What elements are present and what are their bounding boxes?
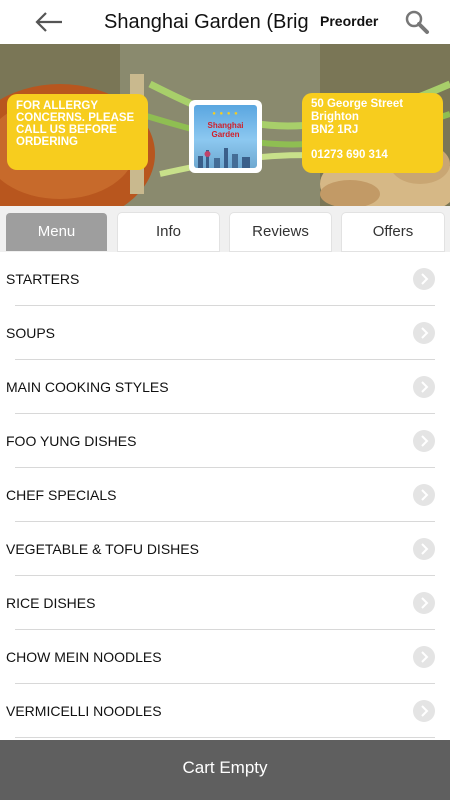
search-icon[interactable]	[404, 9, 430, 35]
logo-text: Shanghai Garden	[207, 121, 244, 139]
address-box: 50 George Street Brighton BN2 1RJ 01273 …	[302, 93, 443, 173]
restaurant-banner: FOR ALLERGY CONCERNS. PLEASE CALL US BEF…	[0, 44, 450, 206]
chevron-right-icon	[413, 646, 435, 668]
menu-category-list: STARTERS SOUPS MAIN COOKING STYLES FOO Y…	[0, 252, 450, 738]
cart-button[interactable]: Cart Empty	[0, 740, 450, 800]
address-line1: 50 George Street	[311, 98, 404, 110]
tab-reviews[interactable]: Reviews	[230, 213, 331, 251]
address-line2: Brighton	[311, 111, 359, 123]
list-item-label: SOUPS	[6, 325, 56, 341]
chevron-right-icon	[413, 322, 435, 344]
allergy-notice: FOR ALLERGY CONCERNS. PLEASE CALL US BEF…	[7, 94, 148, 170]
skyline-icon	[198, 148, 250, 168]
menu-category-vermicelli-noodles[interactable]: VERMICELLI NOODLES	[0, 684, 450, 738]
chevron-right-icon	[413, 538, 435, 560]
tab-offers[interactable]: Offers	[342, 213, 444, 251]
phone-number[interactable]: 01273 690 314	[311, 149, 434, 162]
restaurant-logo: ● ● ● ● Shanghai Garden	[189, 100, 262, 173]
chevron-right-icon	[413, 268, 435, 290]
chevron-right-icon	[413, 484, 435, 506]
tab-bar: Menu Info Reviews Offers	[0, 206, 450, 252]
list-item-label: STARTERS	[6, 271, 80, 287]
menu-category-foo-yung-dishes[interactable]: FOO YUNG DISHES	[0, 414, 450, 468]
page-title: Shanghai Garden (Brighton)	[104, 11, 308, 33]
back-arrow-icon[interactable]	[34, 10, 64, 34]
preorder-button[interactable]: Preorder	[320, 11, 378, 31]
list-item-label: VERMICELLI NOODLES	[6, 703, 162, 719]
chevron-right-icon	[413, 592, 435, 614]
menu-category-starters[interactable]: STARTERS	[0, 252, 450, 306]
list-item-label: FOO YUNG DISHES	[6, 433, 137, 449]
list-item-label: CHEF SPECIALS	[6, 487, 117, 503]
divider	[15, 737, 435, 738]
address-line3: BN2 1RJ	[311, 124, 359, 136]
menu-category-vegetable-tofu-dishes[interactable]: VEGETABLE & TOFU DISHES	[0, 522, 450, 576]
chevron-right-icon	[413, 700, 435, 722]
menu-category-chef-specials[interactable]: CHEF SPECIALS	[0, 468, 450, 522]
list-item-label: VEGETABLE & TOFU DISHES	[6, 541, 199, 557]
menu-category-soups[interactable]: SOUPS	[0, 306, 450, 360]
menu-category-rice-dishes[interactable]: RICE DISHES	[0, 576, 450, 630]
menu-category-main-cooking-styles[interactable]: MAIN COOKING STYLES	[0, 360, 450, 414]
list-item-label: RICE DISHES	[6, 595, 96, 611]
menu-category-chow-mein-noodles[interactable]: CHOW MEIN NOODLES	[0, 630, 450, 684]
chevron-right-icon	[413, 376, 435, 398]
tab-info[interactable]: Info	[118, 213, 219, 251]
chevron-right-icon	[413, 430, 435, 452]
list-item-label: CHOW MEIN NOODLES	[6, 649, 162, 665]
app-header: Shanghai Garden (Brighton) Preorder	[0, 0, 450, 44]
tab-menu[interactable]: Menu	[6, 213, 107, 251]
list-item-label: MAIN COOKING STYLES	[6, 379, 169, 395]
logo-ornament: ● ● ● ●	[212, 111, 239, 117]
